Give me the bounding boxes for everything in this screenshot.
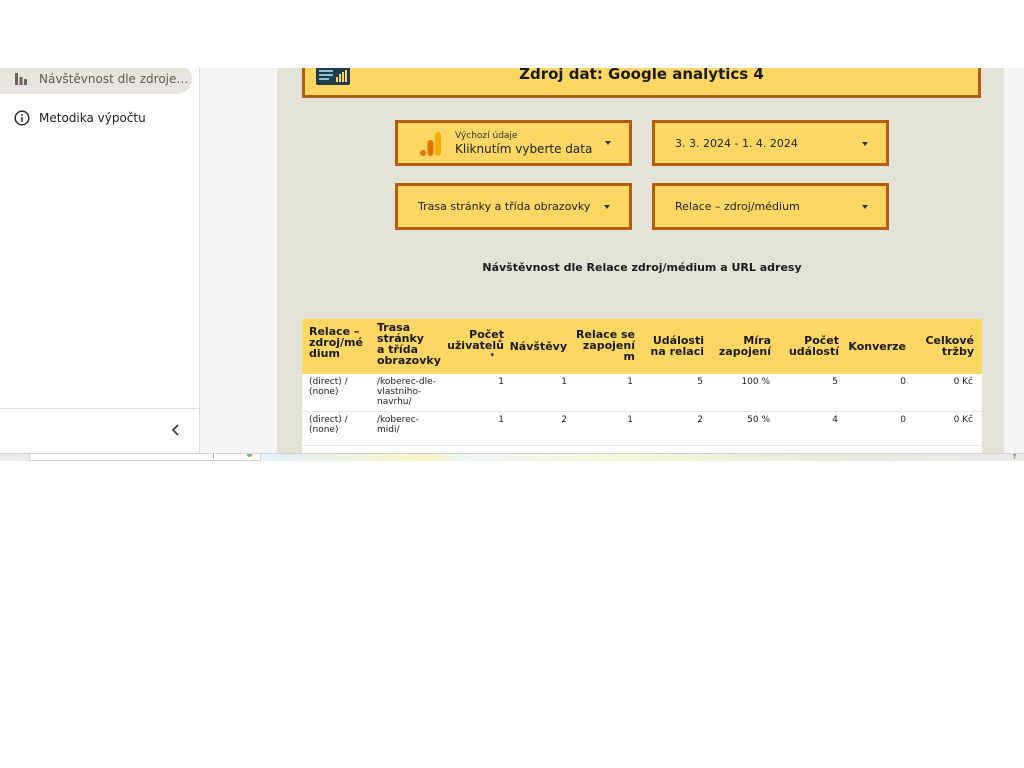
taskbar-strip: ↑ (0, 453, 1024, 461)
cell-engaged-sessions: 1 (627, 377, 633, 387)
column-header-page-path[interactable]: Trasa stránky a třída obrazovky (377, 322, 443, 366)
cell-events-per-session: 5 (697, 377, 703, 387)
taskbar-divider (213, 454, 214, 458)
bar-chart-icon (14, 71, 30, 87)
table-row[interactable]: (direct) / (none) /koberec-dle- vlastnih… (302, 374, 982, 412)
table-row[interactable]: (direct) / (none) /koberec- midi/ 1 2 1 … (302, 412, 982, 446)
cell-source: (direct) / (none) (309, 415, 348, 435)
cell-engagement-rate: 50 % (747, 415, 770, 425)
cell-engaged-sessions: 1 (627, 415, 633, 425)
traffic-table: Relace – zdroj/mé dium Trasa stránky a t… (302, 319, 982, 453)
table-header: Relace – zdroj/mé dium Trasa stránky a t… (302, 319, 982, 374)
session-source-filter-label: Relace – zdroj/médium (675, 200, 800, 213)
taskbar-search-box[interactable] (29, 454, 261, 461)
date-range-value: 3. 3. 2024 - 1. 4. 2024 (675, 137, 798, 150)
cell-total-revenue: 0 Kč (953, 377, 973, 387)
session-source-filter[interactable]: Relace – zdroj/médium (652, 183, 889, 230)
cell-page-path: /koberec- midi/ (377, 415, 419, 435)
column-header-engaged-sessions[interactable]: Relace se zapojení m (572, 329, 635, 362)
report-sidebar: Návštěvnost dle zdroje a... Metodika výp… (0, 68, 200, 453)
taskbar-corner-icon[interactable]: ↑ (1012, 454, 1018, 461)
chevron-left-icon[interactable] (167, 421, 185, 439)
cell-users: 1 (498, 377, 504, 387)
data-source-caption: Výchozí údaje (455, 131, 518, 141)
cell-visits: 1 (561, 377, 567, 387)
column-header-engagement-rate[interactable]: Míra zapojení (708, 335, 771, 357)
cell-event-count: 4 (832, 415, 838, 425)
date-range-selector[interactable]: 3. 3. 2024 - 1. 4. 2024 (652, 120, 889, 166)
column-header-users[interactable]: Počet uživatelů ▾ (446, 329, 504, 359)
data-source-value: Kliknutím vyberte data Go (455, 142, 592, 156)
dropdown-arrow-icon (862, 205, 868, 209)
cell-source: (direct) / (none) (309, 377, 348, 397)
sort-descending-icon[interactable]: ▾ (446, 351, 494, 359)
cell-conversions: 0 (900, 415, 906, 425)
cell-users: 1 (498, 415, 504, 425)
data-source-selector[interactable]: Výchozí údaje Kliknutím vyberte data Go (395, 120, 632, 166)
google-analytics-icon (419, 131, 443, 157)
column-header-event-count[interactable]: Počet událostí (776, 335, 839, 357)
info-icon (14, 110, 30, 126)
cell-conversions: 0 (900, 377, 906, 387)
sidebar-item-label: Návštěvnost dle zdroje a... (39, 72, 192, 86)
column-header-visits[interactable]: Návštěvy (509, 341, 567, 352)
cell-engagement-rate: 100 % (741, 377, 770, 387)
column-header-conversions[interactable]: Konverze (842, 341, 906, 352)
app-viewport: Návštěvnost dle zdroje a... Metodika výp… (0, 68, 1024, 453)
report-canvas: Zdroj dat: Google analytics 4 Výchozí úd… (277, 68, 1004, 453)
cell-event-count: 5 (832, 377, 838, 387)
sidebar-item-label: Metodika výpočtu (39, 111, 146, 125)
sidebar-item-traffic-by-source[interactable]: Návštěvnost dle zdroje a... (0, 68, 192, 94)
cell-total-revenue: 0 Kč (953, 415, 973, 425)
dropdown-arrow-icon (604, 205, 610, 209)
cell-visits: 2 (561, 415, 567, 425)
page-path-filter[interactable]: Trasa stránky a třída obrazovky (395, 183, 632, 230)
dropdown-arrow-icon (862, 142, 868, 146)
sidebar-item-methodology[interactable]: Metodika výpočtu (0, 103, 192, 133)
cell-events-per-session: 2 (697, 415, 703, 425)
column-header-events-per-session[interactable]: Události na relaci (640, 335, 704, 357)
sidebar-footer (0, 408, 199, 453)
page-path-filter-label: Trasa stránky a třída obrazovky (418, 200, 591, 213)
cell-page-path: /koberec-dle- vlastniho- navrhu/ (377, 377, 436, 407)
report-subtitle: Zdroj dat: Google analytics 4 (519, 68, 764, 83)
dropdown-arrow-icon (605, 141, 611, 145)
column-header-source[interactable]: Relace – zdroj/mé dium (309, 326, 369, 359)
table-title: Návštěvnost dle Relace zdroj/médium a UR… (482, 261, 802, 274)
report-header-banner: Zdroj dat: Google analytics 4 (302, 68, 981, 98)
column-header-total-revenue[interactable]: Celkové tržby (912, 335, 974, 357)
